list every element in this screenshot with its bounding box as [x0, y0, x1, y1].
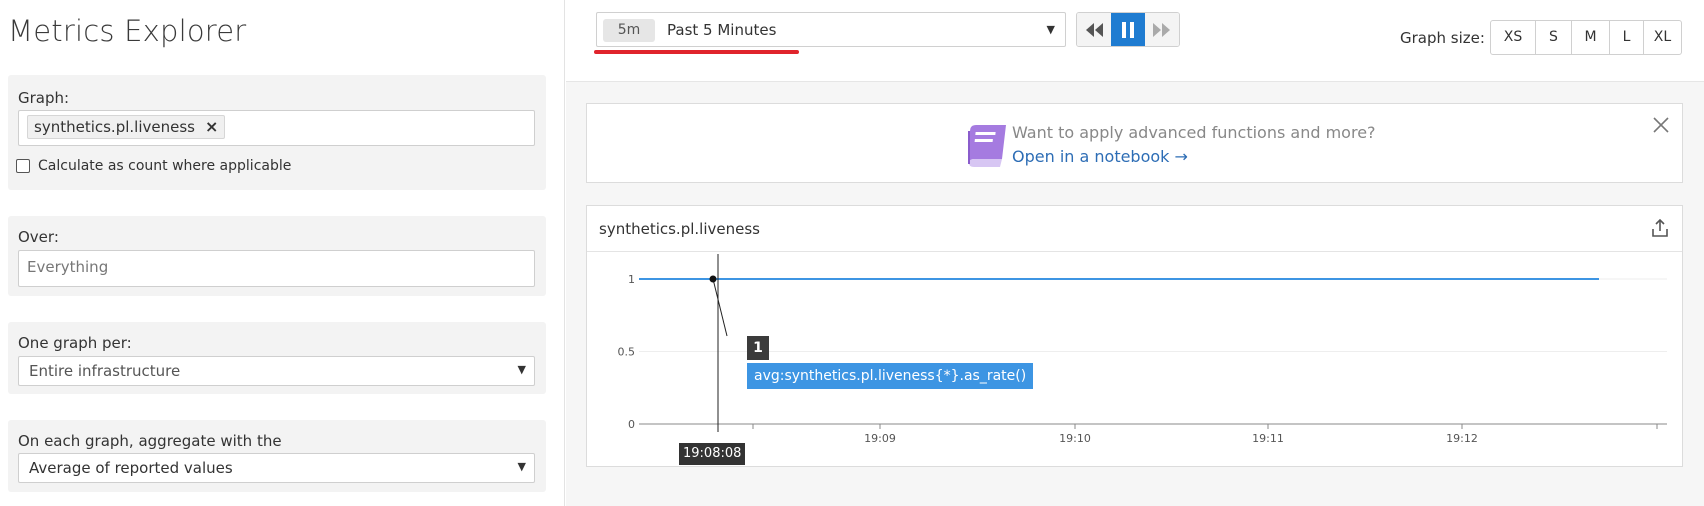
caret-down-icon: ▼: [517, 460, 526, 473]
remove-chip-icon[interactable]: ×: [205, 116, 218, 138]
close-icon[interactable]: [1652, 116, 1670, 138]
x-tick-label: 19:12: [1446, 432, 1478, 445]
over-input[interactable]: Everything: [18, 250, 535, 287]
aggregate-section: On each graph, aggregate with the Averag…: [8, 420, 546, 492]
one-graph-per-select[interactable]: Entire infrastructure ▼: [18, 356, 535, 386]
size-xl-button[interactable]: XL: [1643, 21, 1681, 54]
y-tick-label: 0: [628, 418, 635, 431]
x-tick-label: 19:10: [1059, 432, 1091, 445]
tooltip-series: avg:synthetics.pl.liveness{*}.as_rate(): [747, 363, 1034, 389]
crosshair-time: 19:08:08: [679, 443, 746, 465]
metric-chip-label: synthetics.pl.liveness: [34, 118, 195, 136]
size-m-button[interactable]: M: [1571, 21, 1609, 54]
size-xs-button[interactable]: XS: [1491, 21, 1535, 54]
metric-input[interactable]: synthetics.pl.liveness ×: [18, 110, 535, 146]
open-notebook-link[interactable]: Open in a notebook →: [1012, 147, 1188, 166]
graph-card: synthetics.pl.liveness 0 0.5 1 19:09 19:10 19…: [586, 205, 1683, 467]
time-range-pill: 5m: [603, 19, 655, 42]
line-chart[interactable]: 0 0.5 1 19:09 19:10 19:11 19:12: [587, 252, 1684, 468]
page-title: Metrics Explorer: [8, 14, 247, 48]
aggregate-label: On each graph, aggregate with the: [18, 432, 282, 450]
toolbar: 5m Past 5 Minutes ▼ Graph size: XS S M L…: [566, 0, 1704, 82]
graph-size-label: Graph size:: [1400, 29, 1485, 47]
graph-header: synthetics.pl.liveness: [587, 206, 1682, 252]
x-tick-label: 19:09: [864, 432, 896, 445]
main-area: 5m Past 5 Minutes ▼ Graph size: XS S M L…: [566, 0, 1704, 506]
tooltip-number: 1: [747, 336, 769, 360]
one-graph-per-label: One graph per:: [18, 334, 132, 352]
size-l-button[interactable]: L: [1609, 21, 1643, 54]
time-range-label: Past 5 Minutes: [667, 21, 777, 39]
count-checkbox[interactable]: [16, 159, 30, 173]
notebook-banner: Want to apply advanced functions and mor…: [586, 103, 1683, 183]
metric-chip[interactable]: synthetics.pl.liveness ×: [27, 115, 226, 139]
caret-down-icon: ▼: [1046, 23, 1055, 36]
graph-size-group: XS S M L XL: [1490, 20, 1682, 55]
x-tick-label: 19:11: [1252, 432, 1284, 445]
time-range-select[interactable]: 5m Past 5 Minutes ▼: [596, 12, 1066, 47]
hover-point: [709, 275, 717, 283]
tooltip-leader: [712, 278, 728, 337]
pause-icon[interactable]: [1111, 13, 1145, 46]
one-graph-per-value: Entire infrastructure: [29, 362, 181, 380]
aggregate-select[interactable]: Average of reported values ▼: [18, 453, 535, 483]
over-placeholder: Everything: [27, 258, 109, 276]
y-tick-label: 1: [628, 273, 635, 286]
count-checkbox-label: Calculate as count where applicable: [38, 158, 292, 174]
one-graph-per-section: One graph per: Entire infrastructure ▼: [8, 322, 546, 394]
graph-section: Graph: synthetics.pl.liveness × Calculat…: [8, 75, 546, 190]
notebook-icon: [962, 119, 1012, 173]
query-panel: Metrics Explorer Graph: synthetics.pl.li…: [0, 0, 565, 506]
fast-forward-icon[interactable]: [1145, 13, 1179, 46]
over-section: Over: Everything: [8, 216, 546, 296]
caret-down-icon: ▼: [517, 363, 526, 376]
aggregate-value: Average of reported values: [29, 459, 233, 477]
size-s-button[interactable]: S: [1535, 21, 1571, 54]
over-label: Over:: [18, 228, 59, 246]
graph-title: synthetics.pl.liveness: [599, 220, 760, 238]
notebook-question: Want to apply advanced functions and mor…: [1012, 123, 1376, 142]
rewind-icon[interactable]: [1077, 13, 1111, 46]
y-tick-label: 0.5: [618, 346, 636, 359]
graph-label: Graph:: [18, 89, 70, 107]
export-icon[interactable]: [1650, 218, 1670, 242]
highlight-underline: [594, 50, 799, 54]
playback-controls: [1076, 12, 1180, 47]
